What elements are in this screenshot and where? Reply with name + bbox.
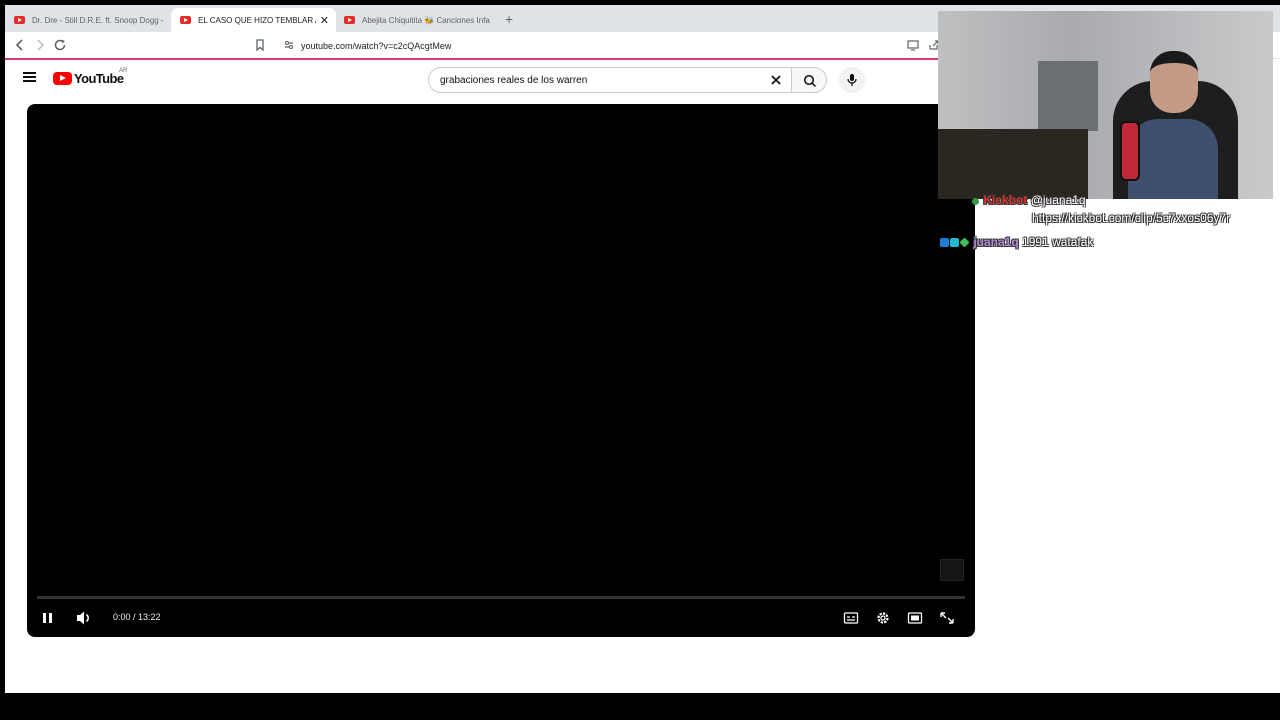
new-tab-button[interactable]: + (505, 11, 513, 27)
pause-icon (43, 613, 52, 623)
verified-badge-icon (972, 198, 979, 205)
country-code: AR (119, 68, 128, 74)
back-button[interactable] (13, 38, 27, 52)
youtube-favicon-icon (344, 16, 355, 24)
video-player[interactable]: 0:00 / 13:22 (27, 104, 975, 637)
reload-button[interactable] (53, 38, 67, 52)
pause-button[interactable] (41, 607, 55, 634)
webcam-overlay (938, 11, 1273, 199)
settings-button[interactable] (875, 607, 891, 634)
bookmark-button[interactable] (253, 38, 267, 52)
youtube-logo[interactable]: YouTube (53, 71, 124, 86)
video-progress-bar[interactable] (37, 596, 965, 599)
youtube-favicon-icon (14, 16, 25, 24)
time-display: 0:00 / 13:22 (113, 612, 161, 622)
webcam-streamer (1128, 51, 1218, 199)
clear-search-icon[interactable] (769, 73, 783, 90)
theater-mode-icon (907, 612, 923, 624)
youtube-favicon-icon (180, 16, 191, 24)
tab-abejita[interactable]: Abejita Chiquitita 🐝 Canciones Infa (335, 8, 500, 32)
youtube-play-icon (53, 72, 72, 85)
theater-mode-button[interactable] (907, 607, 923, 634)
gem-badge-icon (959, 237, 970, 248)
subtitles-button[interactable] (843, 607, 859, 634)
youtube-wordmark: YouTube (74, 71, 124, 86)
microphone-icon (847, 74, 857, 86)
gift-badge-icon (950, 238, 959, 247)
chat-overlay: Kickbot @juana1q https://kickbot.com/cli… (939, 193, 1279, 273)
browser-window: Dr. Dre - Still D.R.E. ft. Snoop Dogg - … (5, 5, 1280, 693)
url-text: youtube.com/watch?v=c2cQAcgtMew (301, 40, 452, 51)
mute-button[interactable] (75, 607, 93, 634)
forward-arrow-icon (37, 39, 45, 51)
screen-bottom-bar (0, 693, 1280, 720)
gear-icon (877, 612, 889, 624)
chat-message: juana1q 1991 watafak (940, 235, 1093, 249)
address-bar[interactable]: youtube.com/watch?v=c2cQAcgtMew (277, 35, 942, 56)
search-icon (803, 74, 817, 88)
chat-message-continuation: https://kickbot.com/clip/5c7xxos06y7r (1032, 211, 1230, 225)
channel-watermark[interactable] (940, 559, 964, 581)
subtitles-icon (843, 612, 859, 624)
tab-title: Abejita Chiquitita 🐝 Canciones Infa (362, 15, 490, 25)
close-tab-icon[interactable]: ✕ (320, 14, 329, 27)
search-box[interactable] (428, 67, 792, 93)
bookmark-icon (256, 39, 264, 52)
cast-button[interactable] (906, 38, 920, 52)
tab-dr-dre[interactable]: Dr. Dre - Still D.R.E. ft. Snoop Dogg - (5, 8, 170, 32)
webcam-background-desk (938, 129, 1088, 199)
back-arrow-icon (15, 39, 23, 51)
subscriber-badge-icon (940, 238, 949, 247)
reload-icon (54, 39, 66, 51)
chat-text: @juana1q (1030, 193, 1086, 207)
streamer-body (1128, 119, 1218, 199)
cast-icon (907, 40, 919, 51)
chat-message: Kickbot @juana1q (972, 193, 1086, 207)
chat-text: 1991 watafak (1022, 235, 1094, 249)
tab-el-caso[interactable]: EL CASO QUE HIZO TEMBLAR A ✕ (171, 8, 336, 32)
menu-icon[interactable] (23, 72, 36, 82)
volume-icon (77, 611, 89, 625)
fullscreen-button[interactable] (939, 607, 955, 634)
streamer-head (1150, 51, 1198, 113)
search-input[interactable] (440, 74, 750, 86)
site-info-icon[interactable] (284, 40, 294, 50)
chat-username: Kickbot (983, 193, 1028, 207)
search-button[interactable] (791, 67, 827, 93)
webcam-background-poster (1038, 61, 1098, 131)
tab-title: EL CASO QUE HIZO TEMBLAR A (198, 15, 316, 25)
microphone-pop-filter (1120, 121, 1140, 181)
tab-title: Dr. Dre - Still D.R.E. ft. Snoop Dogg - (32, 15, 164, 25)
youtube-header: YouTube AR (5, 60, 938, 104)
chat-username: juana1q (973, 235, 1019, 249)
forward-button[interactable] (33, 38, 47, 52)
voice-search-button[interactable] (839, 67, 865, 93)
fullscreen-icon (940, 612, 954, 624)
chat-text: https://kickbot.com/clip/5c7xxos06y7r (1032, 211, 1231, 225)
